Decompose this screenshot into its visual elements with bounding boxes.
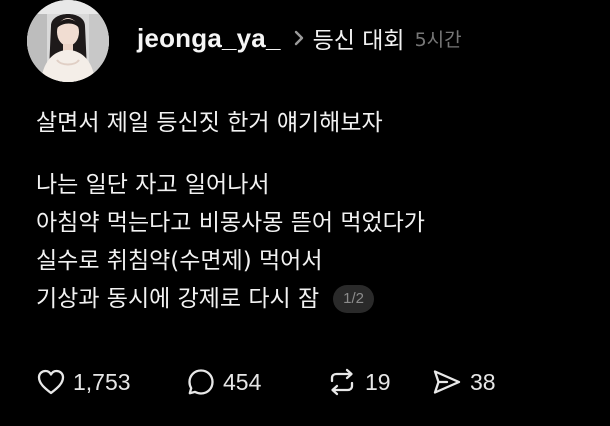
profile-photo — [27, 0, 109, 82]
repost-button[interactable]: 19 — [326, 367, 431, 397]
post-paragraph-2: 나는 일단 자고 일어나서 아침약 먹는다고 비몽사몽 뜯어 먹었다가 실수로 … — [36, 166, 425, 318]
post-text-line: 나는 일단 자고 일어나서 — [36, 172, 270, 198]
reply-button[interactable]: 454 — [186, 367, 326, 397]
paper-plane-icon — [433, 370, 461, 394]
topic-tag[interactable]: 등신 대회 — [313, 21, 405, 55]
post-action-bar: 1,753 454 19 38 — [36, 362, 496, 402]
post-text-line: 살면서 제일 등신짓 한거 얘기해보자 — [36, 110, 383, 136]
avatar[interactable] — [27, 0, 109, 82]
like-count: 1,753 — [73, 368, 131, 395]
post-header: jeonga_ya_ 등신 대회 5시간 — [137, 18, 462, 58]
repost-arrows-icon — [330, 368, 354, 396]
username[interactable]: jeonga_ya_ — [137, 23, 281, 54]
post-text-line: 실수로 취침약(수면제) 먹어서 — [36, 248, 323, 274]
post-text-line: 아침약 먹는다고 비몽사몽 뜯어 먹었다가 — [36, 210, 425, 236]
reply-count: 454 — [223, 368, 262, 395]
repost-count: 19 — [365, 368, 391, 395]
speech-bubble-icon — [188, 369, 214, 395]
share-button[interactable]: 38 — [431, 367, 496, 397]
chevron-right-icon — [289, 27, 309, 49]
page-indicator-badge[interactable]: 1/2 — [333, 285, 375, 313]
post-text-line: 기상과 동시에 강제로 다시 잠 — [36, 286, 320, 312]
post-timestamp: 5시간 — [414, 28, 462, 51]
thread-post: jeonga_ya_ 등신 대회 5시간 살면서 제일 등신짓 한거 얘기해보자… — [0, 0, 610, 426]
share-count: 38 — [470, 368, 496, 395]
post-text-line-with-badge: 기상과 동시에 강제로 다시 잠 1/2 — [36, 280, 425, 318]
like-button[interactable]: 1,753 — [36, 368, 186, 396]
post-paragraph-1: 살면서 제일 등신짓 한거 얘기해보자 — [36, 104, 383, 142]
heart-icon — [37, 369, 65, 395]
